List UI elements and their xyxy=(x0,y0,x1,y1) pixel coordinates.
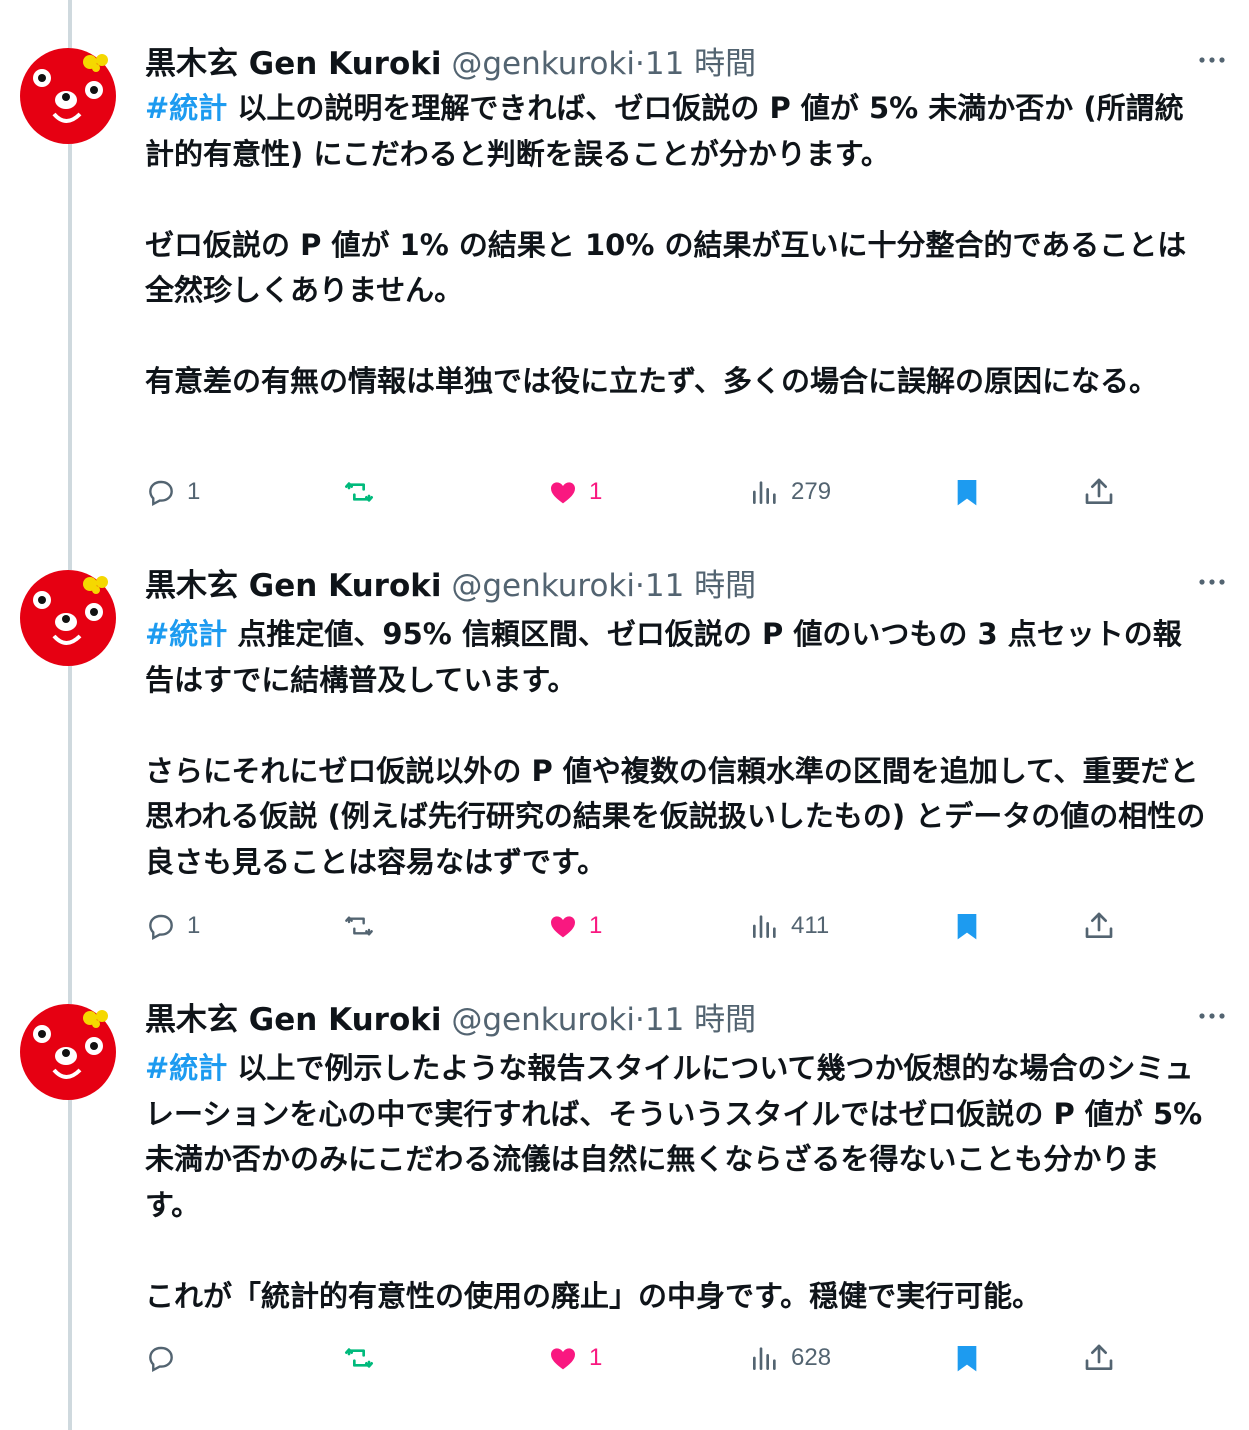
user-handle[interactable]: @genkuroki xyxy=(451,568,635,604)
views-count: 628 xyxy=(791,1344,832,1371)
reply-icon xyxy=(149,914,173,941)
user-handle[interactable]: @genkuroki xyxy=(451,1002,635,1038)
like-button[interactable]: 1 xyxy=(547,472,602,512)
views-button[interactable]: 411 xyxy=(749,906,829,946)
tweet-paragraph: さらにそれにゼロ仮説以外の P 値や複数の信頼水準の区間を追加して、重要だと思わ… xyxy=(145,753,1206,879)
user-handle[interactable]: @genkuroki xyxy=(451,46,635,82)
share-button[interactable] xyxy=(1083,906,1115,946)
timestamp[interactable]: 11 時間 xyxy=(645,568,756,604)
views-count: 279 xyxy=(791,478,832,505)
tweet-paragraph: これが「統計的有意性の使用の廃止」の中身です。穏健で実行可能。 xyxy=(145,1278,1042,1313)
retweet-button[interactable] xyxy=(343,472,385,512)
tweet-text: #統計 以上の説明を理解できれば、ゼロ仮説の P 値が 5% 未満か否か (所謂… xyxy=(145,86,1210,405)
bookmark-icon xyxy=(957,480,977,506)
retweet-button[interactable] xyxy=(343,1338,385,1378)
tweet-paragraph: 有意差の有無の情報は単独では役に立たず、多くの場合に誤解の原因になる。 xyxy=(145,364,1158,398)
thread-connector-line xyxy=(68,0,72,1430)
timestamp[interactable]: 11 時間 xyxy=(645,46,756,82)
views-button[interactable]: 628 xyxy=(749,1338,831,1378)
heart-icon xyxy=(551,482,575,504)
views-icon xyxy=(753,481,776,504)
share-button[interactable] xyxy=(1083,472,1115,512)
tweet-paragraph: ゼロ仮説の P 値が 1% の結果と 10% の結果が互いに十分整合的であること… xyxy=(145,227,1187,308)
views-icon xyxy=(753,915,776,938)
display-name[interactable]: 黒木玄 Gen Kuroki xyxy=(145,46,442,82)
like-count: 1 xyxy=(589,478,603,505)
reply-count: 1 xyxy=(187,912,201,939)
views-count: 411 xyxy=(791,912,830,939)
bookmark-button[interactable] xyxy=(951,906,983,946)
timestamp[interactable]: 11 時間 xyxy=(645,1002,756,1038)
hashtag-link[interactable]: #統計 xyxy=(145,617,227,651)
separator-dot: · xyxy=(635,1002,645,1038)
retweet-button[interactable] xyxy=(343,906,385,946)
hashtag-link[interactable]: #統計 xyxy=(145,1051,227,1085)
share-button[interactable] xyxy=(1083,1338,1115,1378)
like-count: 1 xyxy=(589,1344,603,1371)
more-options-icon[interactable] xyxy=(1197,1008,1227,1024)
tweet-paragraph: #統計 以上の説明を理解できれば、ゼロ仮説の P 値が 5% 未満か否か (所謂… xyxy=(145,86,1210,177)
paragraph-text: 点推定値、95% 信頼区間、ゼロ仮説の P 値のいつもの 3 点セットの報告はす… xyxy=(145,617,1182,697)
tweet-text: #統計 以上で例示したような報告スタイルについて幾つか仮想的な場合のシミュレーシ… xyxy=(145,1046,1210,1319)
avatar[interactable] xyxy=(20,1004,116,1100)
tweet-actions: 1 1 279 xyxy=(145,472,1135,512)
bookmark-button[interactable] xyxy=(951,1338,983,1378)
views-button[interactable]: 279 xyxy=(749,472,831,512)
share-icon xyxy=(1085,912,1113,938)
reply-icon xyxy=(149,1346,173,1373)
more-options-icon[interactable] xyxy=(1197,52,1227,68)
bookmark-icon xyxy=(957,914,977,940)
share-icon xyxy=(1085,1344,1113,1370)
bookmark-button[interactable] xyxy=(951,472,983,512)
separator-dot: · xyxy=(635,568,645,604)
reply-count: 1 xyxy=(187,478,201,505)
like-button[interactable]: 1 xyxy=(547,906,602,946)
bookmark-icon xyxy=(957,1346,977,1372)
display-name[interactable]: 黒木玄 Gen Kuroki xyxy=(145,568,442,604)
tweet-text: #統計 点推定値、95% 信頼区間、ゼロ仮説の P 値のいつもの 3 点セットの… xyxy=(145,612,1210,885)
retweet-icon xyxy=(345,1348,373,1368)
separator-dot: · xyxy=(635,46,645,82)
reply-button[interactable] xyxy=(145,1338,187,1378)
like-button[interactable]: 1 xyxy=(547,1338,602,1378)
heart-icon xyxy=(551,1348,575,1370)
paragraph-text: 以上で例示したような報告スタイルについて幾つか仮想的な場合のシミュレーションを心… xyxy=(145,1051,1213,1222)
reply-button[interactable]: 1 xyxy=(145,906,200,946)
paragraph-text: 以上の説明を理解できれば、ゼロ仮説の P 値が 5% 未満か否か (所謂統計的有… xyxy=(145,91,1184,171)
hashtag-link[interactable]: #統計 xyxy=(145,91,227,125)
share-icon xyxy=(1085,478,1113,504)
tweet-header: 黒木玄 Gen Kuroki @genkuroki·11 時間 xyxy=(145,42,1189,86)
tweet-header: 黒木玄 Gen Kuroki @genkuroki·11 時間 xyxy=(145,564,1189,608)
tweet-actions: 1 628 xyxy=(145,1338,1135,1378)
views-icon xyxy=(753,1347,776,1370)
retweet-icon xyxy=(345,482,373,502)
avatar[interactable] xyxy=(20,570,116,666)
reply-button[interactable]: 1 xyxy=(145,472,200,512)
tweet-header: 黒木玄 Gen Kuroki @genkuroki·11 時間 xyxy=(145,998,1189,1042)
more-options-icon[interactable] xyxy=(1197,574,1227,590)
tweet-paragraph: #統計 以上で例示したような報告スタイルについて幾つか仮想的な場合のシミュレーシ… xyxy=(145,1046,1210,1228)
avatar[interactable] xyxy=(20,48,116,144)
reply-icon xyxy=(149,480,173,507)
display-name[interactable]: 黒木玄 Gen Kuroki xyxy=(145,1002,442,1038)
tweet-actions: 1 1 411 xyxy=(145,906,1135,946)
tweet-paragraph: #統計 点推定値、95% 信頼区間、ゼロ仮説の P 値のいつもの 3 点セットの… xyxy=(145,612,1210,703)
like-count: 1 xyxy=(589,912,603,939)
retweet-icon xyxy=(345,916,373,936)
heart-icon xyxy=(551,916,575,938)
